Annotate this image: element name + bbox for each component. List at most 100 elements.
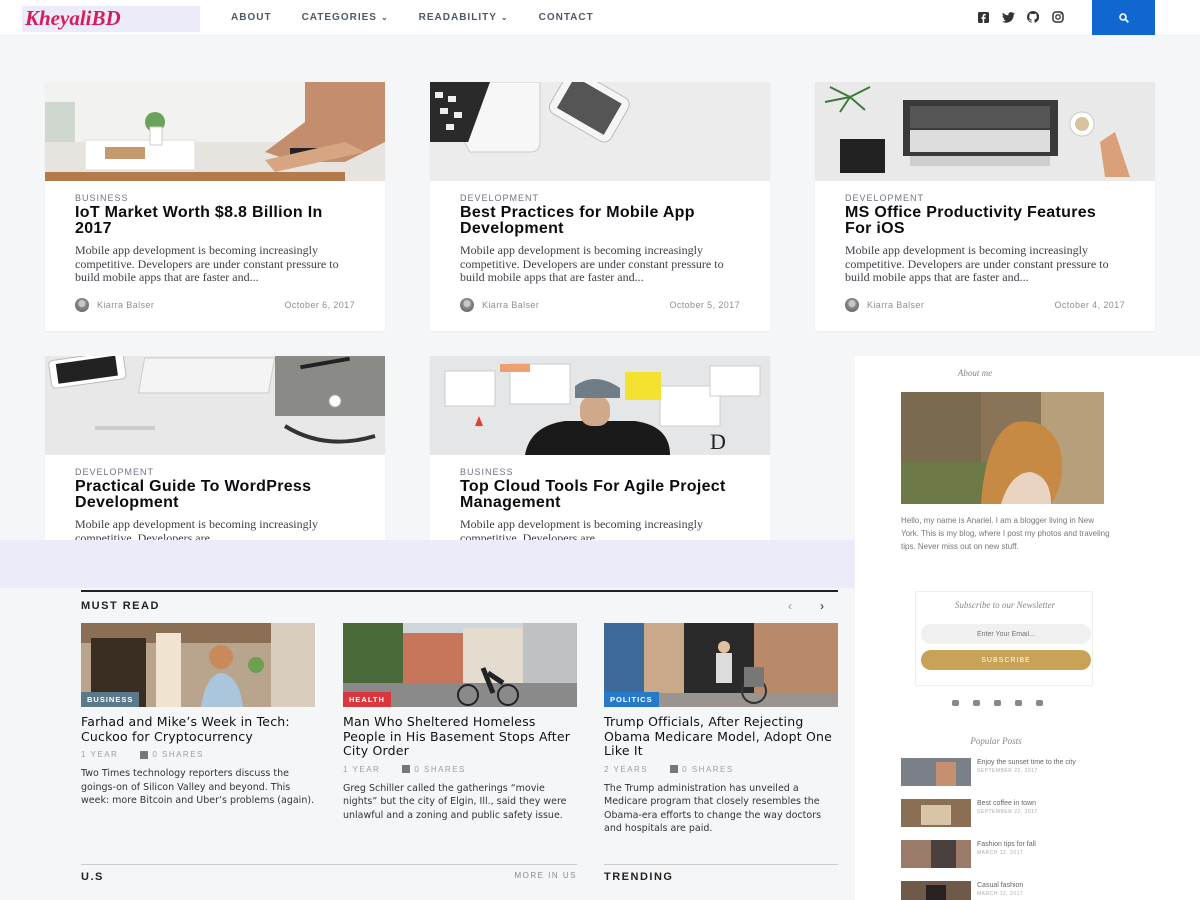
- logo-text: KheyaliBD: [25, 6, 121, 30]
- popular-post-title: Casual fashion: [977, 882, 1024, 889]
- nav-readability[interactable]: READABILITY ⌄: [419, 12, 509, 23]
- post-image[interactable]: D: [430, 356, 770, 455]
- post-card[interactable]: DEVELOPMENT Practical Guide To WordPress…: [45, 356, 385, 544]
- article-image[interactable]: BUSINESS: [81, 623, 315, 707]
- share-count[interactable]: 0 SHARES: [152, 750, 204, 759]
- section-title: TRENDING: [604, 871, 674, 883]
- post-title[interactable]: Best Practices for Mobile App Developmen…: [460, 205, 740, 237]
- article-title[interactable]: Farhad and Mike’s Week in Tech: Cuckoo f…: [81, 714, 316, 744]
- search-icon: [1118, 12, 1129, 23]
- sidebar: About me Hello, my name is Anariel. I am…: [855, 356, 1200, 900]
- twitter-icon[interactable]: [1001, 10, 1015, 24]
- post-title[interactable]: MS Office Productivity Features For iOS: [845, 205, 1125, 237]
- popular-post-date: SEPTEMBER 22, 2017: [977, 809, 1038, 815]
- chevron-down-icon: ⌄: [500, 13, 509, 22]
- nav-contact[interactable]: CONTACT: [539, 12, 594, 23]
- popular-post-thumb: [901, 881, 971, 900]
- post-title[interactable]: Top Cloud Tools For Agile Project Manage…: [460, 479, 740, 511]
- sidebar-social: [952, 700, 1043, 706]
- popular-post-item[interactable]: Best coffee in town SEPTEMBER 22, 2017: [901, 799, 1097, 827]
- next-arrow-icon[interactable]: ›: [820, 599, 824, 613]
- post-meta: Kiarra Balser October 5, 2017: [460, 297, 740, 312]
- instagram-icon[interactable]: [994, 700, 1001, 706]
- article-image[interactable]: POLITICS: [604, 623, 838, 707]
- author-name: Kiarra Balser: [482, 299, 540, 310]
- article-image[interactable]: HEALTH: [343, 623, 577, 707]
- post-author[interactable]: Kiarra Balser: [460, 297, 540, 312]
- post-title[interactable]: Practical Guide To WordPress Development: [75, 479, 355, 511]
- post-category[interactable]: DEVELOPMENT: [845, 193, 1125, 203]
- instagram-icon[interactable]: [1051, 10, 1065, 24]
- subscribe-button[interactable]: SUBSCRIBE: [921, 650, 1091, 670]
- facebook-icon[interactable]: [976, 10, 990, 24]
- post-card[interactable]: D BUSINESS Top Cloud Tools For Agile Pro…: [430, 356, 770, 544]
- category-badge[interactable]: POLITICS: [604, 692, 659, 707]
- category-badge[interactable]: BUSINESS: [81, 692, 140, 707]
- post-title[interactable]: IoT Market Worth $8.8 Billion In 2017: [75, 205, 355, 237]
- post-category[interactable]: BUSINESS: [75, 193, 355, 203]
- youtube-icon[interactable]: [1015, 700, 1022, 706]
- search-button[interactable]: [1092, 0, 1155, 35]
- category-badge[interactable]: HEALTH: [343, 692, 391, 707]
- post-category[interactable]: DEVELOPMENT: [460, 193, 740, 203]
- post-category[interactable]: DEVELOPMENT: [75, 467, 355, 477]
- nav-categories[interactable]: CATEGORIES ⌄: [302, 12, 389, 23]
- article-meta: 1 YEAR 0 SHARES: [81, 750, 316, 759]
- twitter-icon[interactable]: [952, 700, 959, 706]
- about-heading: About me: [957, 368, 993, 378]
- popular-post-date: MARCH 12, 2017: [977, 891, 1024, 897]
- post-category[interactable]: BUSINESS: [460, 467, 740, 477]
- share-count[interactable]: 0 SHARES: [414, 765, 466, 774]
- must-read-item[interactable]: BUSINESS Farhad and Mike’s Week in Tech:…: [81, 623, 316, 808]
- popular-post-item[interactable]: Enjoy the sunset time to the city SEPTEMB…: [901, 758, 1097, 786]
- post-date: October 5, 2017: [669, 299, 740, 310]
- popular-post-title: Enjoy the sunset time to the city: [977, 759, 1076, 766]
- popular-post-date: MARCH 12, 2017: [977, 850, 1024, 856]
- post-excerpt: Mobile app development is becoming incre…: [845, 243, 1109, 284]
- must-read-item[interactable]: HEALTH Man Who Sheltered Homeless People…: [343, 623, 578, 822]
- prev-arrow-icon[interactable]: ‹: [788, 599, 792, 613]
- post-card[interactable]: DEVELOPMENT MS Office Productivity Featu…: [815, 82, 1155, 331]
- nav-readability-label: READABILITY: [418, 12, 497, 23]
- post-image[interactable]: [815, 82, 1155, 181]
- post-excerpt: Mobile app development is becoming incre…: [460, 243, 724, 284]
- popular-post-item[interactable]: Casual fashion MARCH 12, 2017: [901, 881, 1097, 900]
- article-meta: 2 YEARS 0 SHARES: [604, 765, 839, 774]
- avatar: [845, 297, 859, 312]
- newsletter-heading: Subscribe to our Newsletter: [954, 600, 1056, 610]
- popular-post-thumb: [901, 758, 971, 786]
- social-links: [976, 10, 1065, 24]
- post-author[interactable]: Kiarra Balser: [845, 297, 925, 312]
- post-card[interactable]: BUSINESS IoT Market Worth $8.8 Billion I…: [45, 82, 385, 331]
- pinterest-icon[interactable]: [1036, 700, 1043, 706]
- post-meta: Kiarra Balser October 4, 2017: [845, 297, 1125, 312]
- post-card[interactable]: DEVELOPMENT Best Practices for Mobile Ap…: [430, 82, 770, 331]
- article-title[interactable]: Man Who Sheltered Homeless People in His…: [343, 714, 578, 759]
- article-excerpt: Greg Schiller called the gatherings “mov…: [343, 782, 567, 821]
- nav-about-label: ABOUT: [231, 12, 272, 23]
- avatar: [75, 297, 89, 312]
- article-title[interactable]: Trump Officials, After Rejecting Obama M…: [604, 714, 839, 759]
- newsletter-email-input[interactable]: [921, 624, 1091, 644]
- popular-post-item[interactable]: Fashion tips for fall MARCH 12, 2017: [901, 840, 1097, 868]
- share-count[interactable]: 0 SHARES: [682, 765, 734, 774]
- article-excerpt: Two Times technology reporters discuss t…: [81, 768, 315, 806]
- popular-heading: Popular Posts: [970, 736, 1022, 746]
- post-author[interactable]: Kiarra Balser: [75, 297, 155, 312]
- top-navigation-bar: KheyaliBD ABOUT CATEGORIES ⌄ READABILITY ⌄…: [0, 0, 1200, 36]
- author-name: Kiarra Balser: [867, 299, 925, 310]
- article-age: 1 YEAR: [343, 764, 381, 774]
- post-date: October 6, 2017: [284, 299, 355, 310]
- facebook-icon[interactable]: [973, 700, 980, 706]
- site-logo[interactable]: KheyaliBD: [22, 6, 200, 32]
- popular-post-thumb: [901, 840, 971, 868]
- author-name: Kiarra Balser: [97, 299, 155, 310]
- must-read-item[interactable]: POLITICS Trump Officials, After Rejectin…: [604, 623, 839, 836]
- more-in-us-link[interactable]: MORE IN US: [514, 871, 577, 883]
- facebook-icon: [670, 765, 679, 773]
- github-icon[interactable]: [1026, 10, 1040, 24]
- post-image[interactable]: [45, 356, 385, 455]
- nav-about[interactable]: ABOUT: [231, 12, 272, 23]
- post-image[interactable]: [45, 82, 385, 181]
- post-image[interactable]: [430, 82, 770, 181]
